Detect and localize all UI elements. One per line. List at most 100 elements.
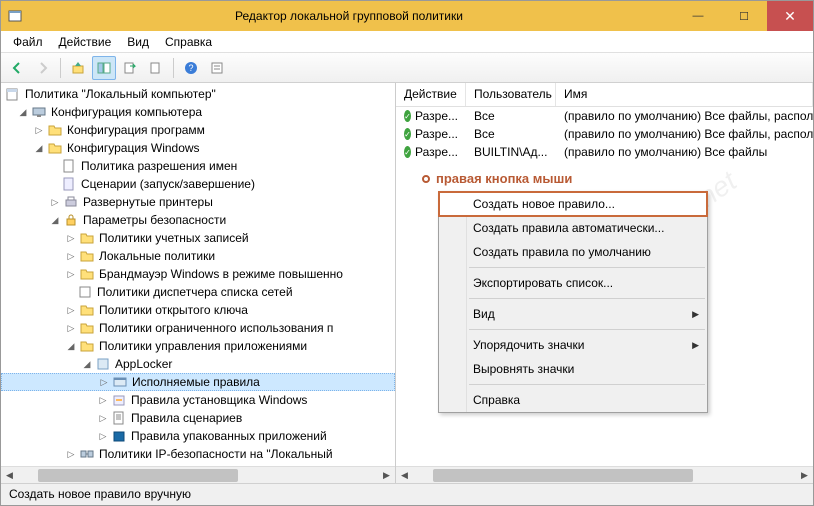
tree-node-executable-rules[interactable]: ▷ Исполняемые правила xyxy=(1,373,395,391)
tree-label: Политики учетных записей xyxy=(99,231,249,245)
folder-open-icon xyxy=(47,140,63,156)
menu-create-default[interactable]: Создать правила по умолчанию xyxy=(439,240,707,264)
window-controls: — ☐ ✕ xyxy=(675,1,813,31)
expander-icon[interactable]: ▷ xyxy=(65,448,77,460)
menu-label: Создать новое правило... xyxy=(473,197,615,211)
tree-node[interactable]: ◢ AppLocker xyxy=(1,355,395,373)
tree-label: Параметры безопасности xyxy=(83,213,226,227)
applocker-icon xyxy=(95,356,111,372)
list-row[interactable]: ✓Разре...Все(правило по умолчанию) Все ф… xyxy=(396,107,813,125)
tree-node[interactable]: ▷ Политики учетных записей xyxy=(1,229,395,247)
menu-create-new-rule[interactable]: Создать новое правило... xyxy=(439,192,707,216)
list-header: Действие Пользователь Имя xyxy=(396,83,813,107)
tree-node[interactable]: ◢ Конфигурация компьютера xyxy=(1,103,395,121)
menu-file[interactable]: Файл xyxy=(5,33,51,51)
tree-node[interactable]: ▷ Правила упакованных приложений xyxy=(1,427,395,445)
scroll-right[interactable]: ▶ xyxy=(378,467,395,484)
menu-separator xyxy=(469,384,705,385)
tree-label: Конфигурация Windows xyxy=(67,141,200,155)
menu-action[interactable]: Действие xyxy=(51,33,120,51)
scroll-right[interactable]: ▶ xyxy=(796,467,813,484)
expander-icon[interactable]: ▷ xyxy=(65,304,77,316)
expander-icon[interactable]: ▷ xyxy=(98,376,110,388)
expander-icon[interactable]: ▷ xyxy=(33,124,45,136)
tree-label: Политика разрешения имен xyxy=(81,159,237,173)
expander-icon[interactable]: ◢ xyxy=(65,340,77,352)
forward-button[interactable] xyxy=(31,56,55,80)
main-content: Политика "Локальный компьютер" ◢ Конфигу… xyxy=(1,83,813,483)
expander-icon[interactable]: ◢ xyxy=(49,214,61,226)
tree-node[interactable]: Политики диспетчера списка сетей xyxy=(1,283,395,301)
column-name[interactable]: Имя xyxy=(556,83,813,106)
column-user[interactable]: Пользователь xyxy=(466,83,556,106)
tree-node[interactable]: ◢ Параметры безопасности xyxy=(1,211,395,229)
tree-scrollbar[interactable]: ◀ ▶ xyxy=(1,466,395,483)
show-hide-tree-button[interactable] xyxy=(92,56,116,80)
tree-node[interactable]: ▷ Развернутые принтеры xyxy=(1,193,395,211)
menu-export-list[interactable]: Экспортировать список... xyxy=(439,271,707,295)
up-button[interactable] xyxy=(66,56,90,80)
tree-node[interactable]: ▷ Политики ограниченного использования п xyxy=(1,319,395,337)
menu-help[interactable]: Справка xyxy=(157,33,220,51)
tree-node[interactable]: Сценарии (запуск/завершение) xyxy=(1,175,395,193)
tree-node[interactable]: ▷ Брандмауэр Windows в режиме повышенно xyxy=(1,265,395,283)
tree-root[interactable]: Политика "Локальный компьютер" xyxy=(1,85,395,103)
menu-create-auto[interactable]: Создать правила автоматически... xyxy=(439,216,707,240)
tree-label: Развернутые принтеры xyxy=(83,195,213,209)
menu-label: Выровнять значки xyxy=(473,362,574,376)
scroll-thumb[interactable] xyxy=(38,469,238,482)
expander-icon[interactable]: ▷ xyxy=(65,250,77,262)
security-icon xyxy=(63,212,79,228)
document-icon xyxy=(61,158,77,174)
expander-icon[interactable]: ▷ xyxy=(97,430,109,442)
tree-label: AppLocker xyxy=(115,357,172,371)
tree-node[interactable]: Политика разрешения имен xyxy=(1,157,395,175)
menu-align-icons[interactable]: Выровнять значки xyxy=(439,357,707,381)
expander-icon[interactable]: ◢ xyxy=(17,106,29,118)
tree-label: Правила установщика Windows xyxy=(131,393,307,407)
expander-icon[interactable]: ▷ xyxy=(65,268,77,280)
column-action[interactable]: Действие xyxy=(396,83,466,106)
tree-label: Политики IP-безопасности на "Локальный xyxy=(99,447,333,461)
tree-node[interactable]: ▷ Политики IP-безопасности на "Локальный xyxy=(1,445,395,463)
ipsec-icon xyxy=(79,446,95,462)
expander-icon[interactable]: ◢ xyxy=(81,358,93,370)
scroll-left[interactable]: ◀ xyxy=(396,467,413,484)
tree-label: Политики ограниченного использования п xyxy=(99,321,333,335)
menu-label: Создать правила автоматически... xyxy=(473,221,664,235)
policy-tree[interactable]: Политика "Локальный компьютер" ◢ Конфигу… xyxy=(1,83,395,465)
maximize-button[interactable]: ☐ xyxy=(721,1,767,31)
refresh-button[interactable] xyxy=(144,56,168,80)
tree-node[interactable]: ▷ Политики открытого ключа xyxy=(1,301,395,319)
expander-icon[interactable]: ◢ xyxy=(33,142,45,154)
scroll-left[interactable]: ◀ xyxy=(1,467,18,484)
close-button[interactable]: ✕ xyxy=(767,1,813,31)
properties-button[interactable] xyxy=(205,56,229,80)
back-button[interactable] xyxy=(5,56,29,80)
minimize-button[interactable]: — xyxy=(675,1,721,31)
expander-icon[interactable]: ▷ xyxy=(65,322,77,334)
list-row[interactable]: ✓Разре...Все(правило по умолчанию) Все ф… xyxy=(396,125,813,143)
menu-view[interactable]: Вид xyxy=(119,33,157,51)
expander-icon[interactable]: ▷ xyxy=(97,412,109,424)
tree-node[interactable]: ◢ Политики управления приложениями xyxy=(1,337,395,355)
list-row[interactable]: ✓Разре...BUILTIN\Ад...(правило по умолча… xyxy=(396,143,813,161)
tree-node[interactable]: ▷ Локальные политики xyxy=(1,247,395,265)
menu-view[interactable]: Вид▶ xyxy=(439,302,707,326)
export-button[interactable] xyxy=(118,56,142,80)
menu-help[interactable]: Справка xyxy=(439,388,707,412)
menu-arrange-icons[interactable]: Упорядочить значки▶ xyxy=(439,333,707,357)
tree-node[interactable]: ▷ Правила сценариев xyxy=(1,409,395,427)
scroll-thumb[interactable] xyxy=(433,469,693,482)
folder-icon xyxy=(79,248,95,264)
tree-node[interactable]: ▷ Правила установщика Windows xyxy=(1,391,395,409)
expander-icon[interactable]: ▷ xyxy=(97,394,109,406)
expander-icon[interactable]: ▷ xyxy=(49,196,61,208)
submenu-arrow-icon: ▶ xyxy=(692,340,699,351)
list-body[interactable]: ✓Разре...Все(правило по умолчанию) Все ф… xyxy=(396,107,813,161)
expander-icon[interactable]: ▷ xyxy=(65,232,77,244)
tree-node[interactable]: ▷ Конфигурация программ xyxy=(1,121,395,139)
help-button[interactable]: ? xyxy=(179,56,203,80)
tree-node[interactable]: ◢ Конфигурация Windows xyxy=(1,139,395,157)
list-scrollbar[interactable]: ◀ ▶ xyxy=(396,466,813,483)
